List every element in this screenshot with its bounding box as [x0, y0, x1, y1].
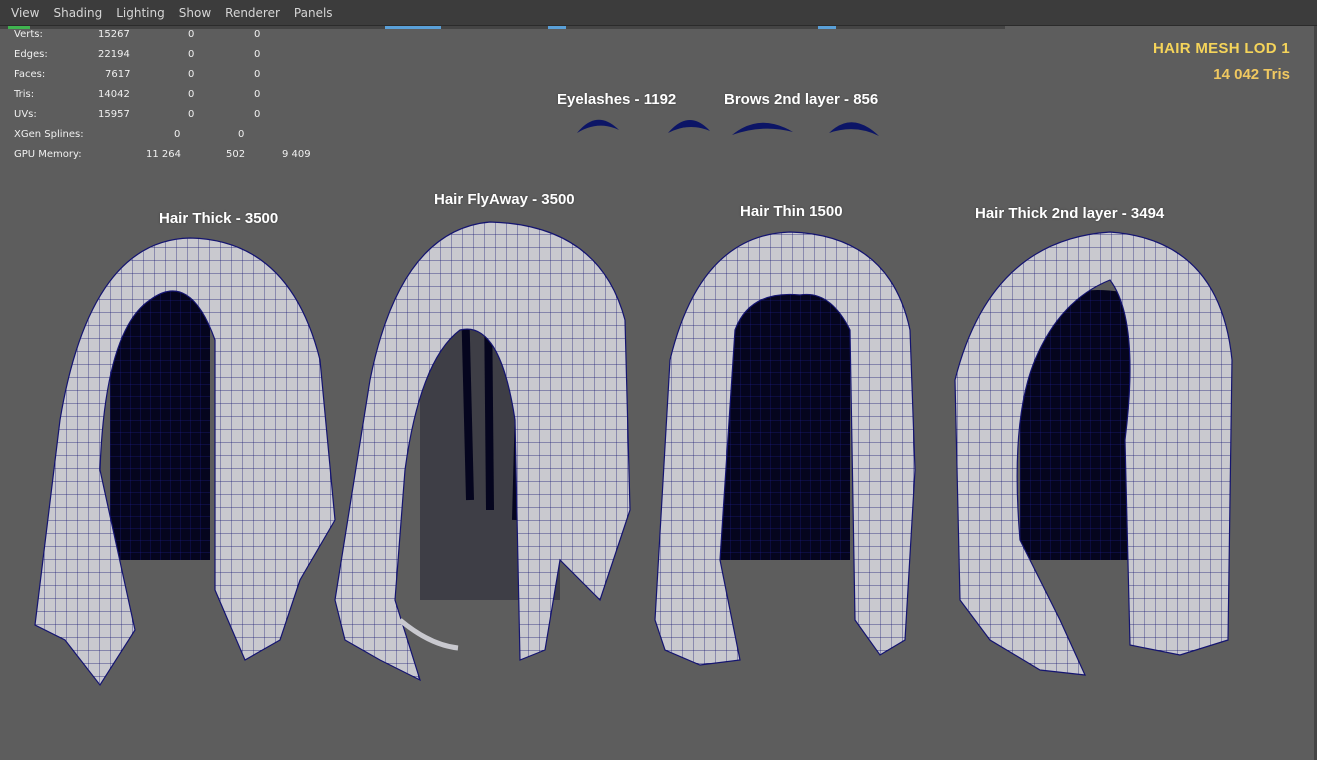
hud-value: 0	[254, 109, 261, 120]
lod-tris-count: 14 042 Tris	[1213, 66, 1290, 83]
hud-label: Faces:	[14, 69, 46, 80]
hud-row-faces: Faces: 7617 0 0	[14, 68, 324, 88]
menu-renderer[interactable]: Renderer	[218, 0, 287, 26]
eyelashes-mesh	[577, 119, 710, 133]
hud-label: Tris:	[14, 89, 35, 100]
label-hair-thick: Hair Thick - 3500	[159, 210, 279, 227]
hud-row-edges: Edges: 22194 0 0	[14, 48, 324, 68]
hair-flyaway-mesh	[334, 221, 631, 682]
lod-title: HAIR MESH LOD 1	[1152, 40, 1290, 57]
viewport-menu-bar: View Shading Lighting Show Renderer Pane…	[0, 0, 1317, 26]
hud-value: 9 409	[282, 149, 311, 160]
hud-row-tris: Tris: 14042 0 0	[14, 88, 324, 108]
hud-value: 0	[188, 69, 195, 80]
heads-up-display: Verts: 15267 0 0 Edges: 22194 0 0 Faces:…	[14, 28, 324, 168]
hud-value: 0	[188, 29, 195, 40]
menu-lighting[interactable]: Lighting	[109, 0, 172, 26]
hud-value: 0	[188, 109, 195, 120]
hud-value: 0	[254, 89, 261, 100]
hud-row-verts: Verts: 15267 0 0	[14, 28, 324, 48]
label-eyelashes: Eyelashes - 1192	[557, 91, 677, 108]
hud-value: 0	[254, 29, 261, 40]
hud-value: 0	[188, 49, 195, 60]
hud-value: 15267	[98, 29, 130, 40]
hair-thick-2nd-layer-mesh	[954, 231, 1233, 676]
hud-label: XGen Splines:	[14, 129, 84, 140]
menu-show[interactable]: Show	[172, 0, 218, 26]
hud-value: 15957	[98, 109, 130, 120]
label-hair-thin: Hair Thin 1500	[740, 203, 843, 220]
label-brows: Brows 2nd layer - 856	[724, 91, 879, 108]
hud-label: UVs:	[14, 109, 37, 120]
hair-thick-mesh	[34, 237, 336, 687]
hud-value: 0	[238, 129, 245, 140]
label-hair-flyaway: Hair FlyAway - 3500	[434, 191, 575, 208]
hud-value: 0	[188, 89, 195, 100]
label-hair-thick-2nd-layer: Hair Thick 2nd layer - 3494	[975, 205, 1165, 222]
menu-panels[interactable]: Panels	[287, 0, 340, 26]
menu-view[interactable]: View	[4, 0, 46, 26]
hud-label: Verts:	[14, 29, 43, 40]
hud-label: GPU Memory:	[14, 149, 82, 160]
hud-value: 11 264	[146, 149, 181, 160]
hud-value: 502	[226, 149, 246, 160]
hud-value: 0	[254, 49, 261, 60]
hud-value: 22194	[98, 49, 130, 60]
hud-value: 0	[254, 69, 261, 80]
hud-value: 0	[174, 129, 181, 140]
hud-value: 7617	[105, 69, 131, 80]
hud-row-xgen-splines: XGen Splines: 0 0	[14, 128, 324, 148]
hud-label: Edges:	[14, 49, 48, 60]
hud-row-uvs: UVs: 15957 0 0	[14, 108, 324, 128]
menu-shading[interactable]: Shading	[46, 0, 109, 26]
hair-thin-mesh	[654, 231, 916, 666]
hud-value: 14042	[98, 89, 130, 100]
hud-row-gpu-memory: GPU Memory: 11 264 502 9 409	[14, 148, 324, 168]
brows-mesh	[732, 122, 879, 136]
